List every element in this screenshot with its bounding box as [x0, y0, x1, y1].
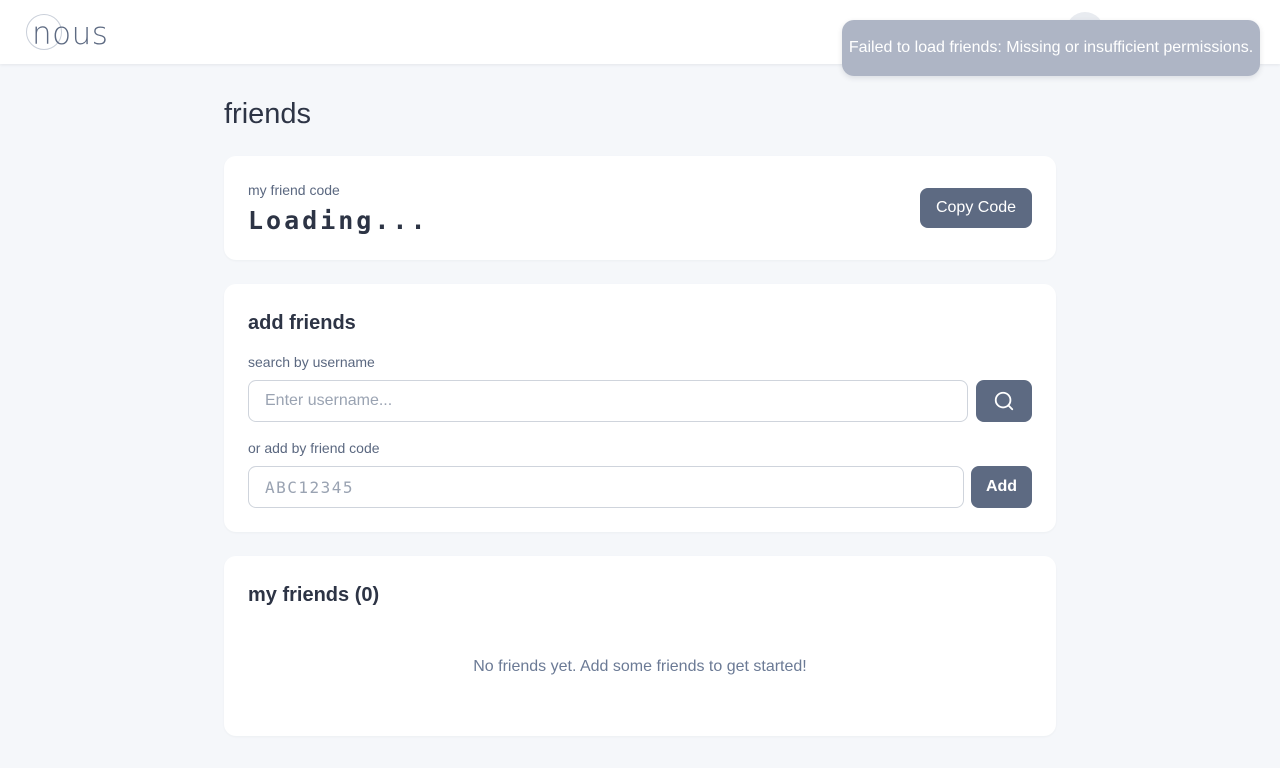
search-button[interactable]	[976, 380, 1032, 422]
copy-code-button[interactable]: Copy Code	[920, 188, 1032, 228]
friend-code-card: my friend code Loading... Copy Code	[224, 156, 1056, 260]
username-search-input[interactable]	[248, 380, 968, 422]
toast-message: Failed to load friends: Missing or insuf…	[848, 39, 1254, 56]
add-friends-heading: add friends	[248, 312, 356, 334]
friend-code-input[interactable]	[248, 466, 964, 508]
page-title: friends	[224, 98, 312, 130]
logo-text: nous	[32, 16, 109, 52]
add-friends-card: add friends search by username or add by…	[224, 284, 1056, 532]
app-logo[interactable]: nous	[24, 12, 114, 54]
empty-friends-message: No friends yet. Add some friends to get …	[473, 658, 807, 675]
search-icon	[993, 390, 1015, 412]
friend-code-input-label: or add by friend code	[248, 440, 380, 456]
username-label: search by username	[248, 354, 375, 370]
error-toast: Failed to load friends: Missing or insuf…	[842, 20, 1260, 76]
friend-code-label: my friend code	[248, 182, 340, 198]
friend-code-value: Loading...	[248, 206, 429, 235]
friends-list-heading: my friends (0)	[248, 584, 380, 606]
add-friend-button[interactable]: Add	[971, 466, 1032, 508]
friends-list-card: my friends (0) No friends yet. Add some …	[224, 556, 1056, 736]
